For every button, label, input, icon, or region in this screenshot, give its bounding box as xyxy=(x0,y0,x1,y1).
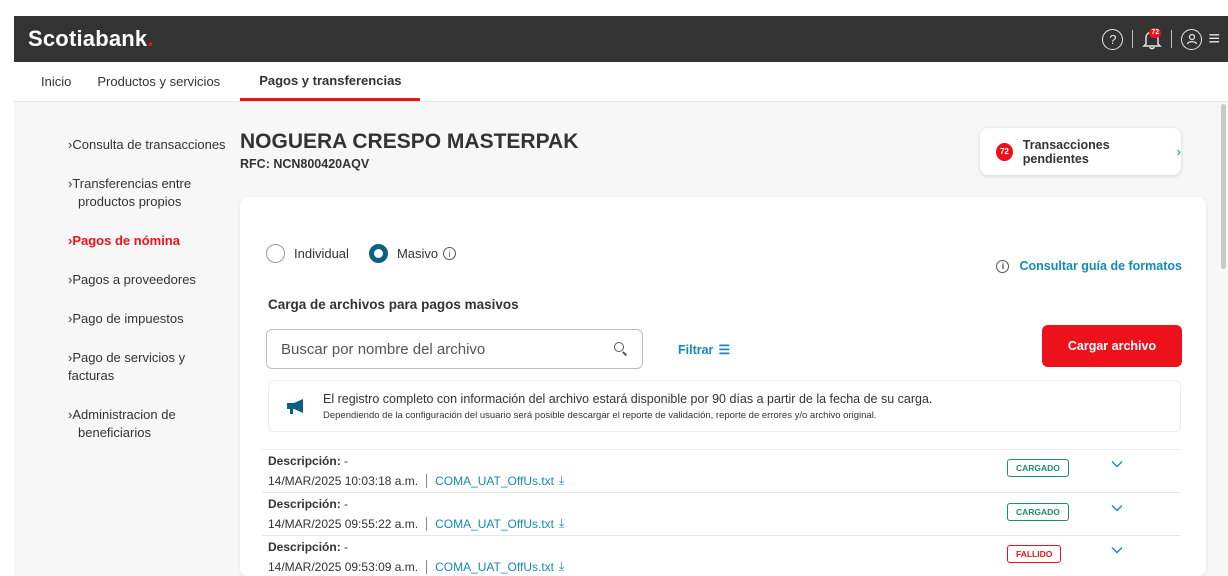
download-icon[interactable]: ⤓ xyxy=(559,516,564,531)
status-badge: FALLIDO xyxy=(1007,545,1062,563)
upload-datetime: 14/MAR/2025 09:55:22 a.m. xyxy=(268,516,419,531)
user-icon[interactable] xyxy=(1181,28,1203,50)
upload-datetime: 14/MAR/2025 10:03:18 a.m. xyxy=(268,473,419,488)
help-icon[interactable]: ? xyxy=(1102,28,1124,50)
description-value: - xyxy=(340,497,349,511)
file-link[interactable]: COMA_UAT_OffUs.txt xyxy=(435,517,554,531)
notice-sub-text: Dependiendo de la configuración del usua… xyxy=(323,409,877,421)
sidebar-item-servicios[interactable]: ›Pago de servicios y facturas xyxy=(68,349,233,385)
sidebar-item-label: Pago de impuestos xyxy=(72,311,184,326)
description: Descripción: - xyxy=(268,454,348,468)
file-link[interactable]: COMA_UAT_OffUs.txt xyxy=(435,560,554,574)
search-box xyxy=(266,329,643,369)
bell-icon[interactable]: 72 xyxy=(1142,28,1163,50)
sidebar-item-label-2: beneficiarios xyxy=(78,425,151,440)
user-shape xyxy=(1186,33,1197,45)
logo-text: Scotiabank xyxy=(28,26,148,51)
file-row: Descripción: - 14/MAR/2025 09:55:22 a.m.… xyxy=(262,492,1181,535)
sidebar-item-transferencias[interactable]: ›Transferencias entre productos propios xyxy=(68,175,233,211)
sidebar-item-beneficiarios[interactable]: ›Administracion de beneficiarios xyxy=(68,406,233,442)
sidebar-item-label: Pagos a proveedores xyxy=(72,272,196,287)
scotiabank-logo[interactable]: Scotiabank. xyxy=(28,26,154,52)
sidebar: ›Consulta de transacciones ›Transferenci… xyxy=(68,136,233,463)
top-actions: ? 72 ≡ xyxy=(1102,16,1228,62)
pending-label: Transacciones pendientes xyxy=(1022,137,1110,166)
description-value: - xyxy=(340,454,349,468)
filter-label: Filtrar xyxy=(678,343,714,357)
divider xyxy=(426,473,428,488)
description-label: Descripción: xyxy=(268,540,341,554)
divider xyxy=(426,516,428,531)
pending-count-badge: 72 xyxy=(996,142,1013,161)
sidebar-item-label: Transferencias entre xyxy=(72,176,192,191)
hamburger-menu-icon[interactable]: ≡ xyxy=(1208,29,1220,49)
file-link[interactable]: COMA_UAT_OffUs.txt xyxy=(435,474,554,488)
file-row: Descripción: - 14/MAR/2025 10:03:18 a.m.… xyxy=(262,449,1181,492)
chevron-down-icon[interactable] xyxy=(1111,458,1123,470)
sliders-icon: ☰ xyxy=(718,342,731,357)
file-meta: 14/MAR/2025 09:55:22 a.m. COMA_UAT_OffUs… xyxy=(268,516,564,531)
sidebar-item-label: Pagos de nómina xyxy=(72,233,180,248)
pending-transactions-button[interactable]: 72 Transacciones pendientes › xyxy=(980,128,1181,175)
filter-button[interactable]: Filtrar ☰ xyxy=(678,342,730,358)
nav-pagos-transferencias[interactable]: Pagos y transferencias xyxy=(240,61,420,101)
chevron-down-icon[interactable] xyxy=(1111,502,1123,514)
notice-text: El registro completo con información del… xyxy=(323,392,932,421)
sidebar-item-label-2: productos propios xyxy=(78,194,182,209)
sidebar-item-pagos-nomina[interactable]: ›Pagos de nómina xyxy=(68,232,233,250)
nav-productos[interactable]: Productos y servicios xyxy=(97,61,220,101)
upload-file-button[interactable]: Cargar archivo xyxy=(1042,325,1182,367)
nav-inicio[interactable]: Inicio xyxy=(41,61,71,101)
file-meta: 14/MAR/2025 10:03:18 a.m. COMA_UAT_OffUs… xyxy=(268,473,564,488)
file-meta: 14/MAR/2025 09:53:09 a.m. COMA_UAT_OffUs… xyxy=(268,559,564,574)
sidebar-item-label: Consulta de transacciones xyxy=(72,137,226,152)
upload-datetime: 14/MAR/2025 09:53:09 a.m. xyxy=(268,559,419,574)
search-icon[interactable] xyxy=(614,342,628,356)
status-badge: CARGADO xyxy=(1007,503,1069,521)
description: Descripción: - xyxy=(268,540,348,554)
divider xyxy=(1132,30,1134,48)
megaphone-icon xyxy=(287,399,303,414)
chevron-down-icon[interactable] xyxy=(1111,544,1123,556)
description-label: Descripción: xyxy=(268,497,341,511)
chevron-right-icon: › xyxy=(1176,144,1181,159)
description-label: Descripción: xyxy=(268,454,341,468)
download-icon[interactable]: ⤓ xyxy=(559,473,564,488)
main-nav: Inicio Productos y servicios Pagos y tra… xyxy=(14,62,1228,102)
section-title: Carga de archivos para pagos masivos xyxy=(268,297,519,312)
radio-individual[interactable] xyxy=(266,244,285,263)
search-input[interactable] xyxy=(281,340,614,358)
company-rfc: RFC: NCN800420AQV xyxy=(240,157,370,171)
sidebar-item-label: Administracion de xyxy=(72,407,176,422)
radio-masivo[interactable] xyxy=(368,244,388,263)
info-icon: i xyxy=(996,259,1010,273)
sidebar-item-consulta[interactable]: ›Consulta de transacciones xyxy=(68,136,233,154)
mode-selector: Individual Masivo i xyxy=(266,244,457,263)
divider xyxy=(1171,30,1173,48)
notification-badge: 72 xyxy=(1149,28,1162,38)
download-icon[interactable]: ⤓ xyxy=(559,559,564,574)
sidebar-item-impuestos[interactable]: ›Pago de impuestos xyxy=(68,310,233,328)
description: Descripción: - xyxy=(268,497,348,511)
file-row: Descripción: - 14/MAR/2025 09:53:09 a.m.… xyxy=(262,535,1181,576)
sidebar-item-label: Pago de servicios y facturas xyxy=(68,350,186,383)
sidebar-item-proveedores[interactable]: ›Pagos a proveedores xyxy=(68,271,233,289)
info-notice: El registro completo con información del… xyxy=(268,380,1181,432)
format-guide-label: Consultar guía de formatos xyxy=(1019,259,1182,273)
radio-masivo-label: Masivo xyxy=(396,246,439,261)
divider xyxy=(426,559,428,574)
notice-main-text: El registro completo con información del… xyxy=(323,391,933,406)
page-scrollbar[interactable] xyxy=(1221,104,1226,269)
format-guide-link[interactable]: i Consultar guía de formatos xyxy=(991,259,1182,273)
company-name: NOGUERA CRESPO MASTERPAK xyxy=(240,130,579,153)
info-icon[interactable]: i xyxy=(443,247,457,260)
radio-individual-label: Individual xyxy=(294,246,349,261)
description-value: - xyxy=(340,540,349,554)
logo-dot: . xyxy=(147,26,154,51)
top-header: Scotiabank. ? 72 ≡ xyxy=(14,16,1228,62)
files-list: Descripción: - 14/MAR/2025 10:03:18 a.m.… xyxy=(262,449,1181,576)
status-badge: CARGADO xyxy=(1007,459,1069,477)
